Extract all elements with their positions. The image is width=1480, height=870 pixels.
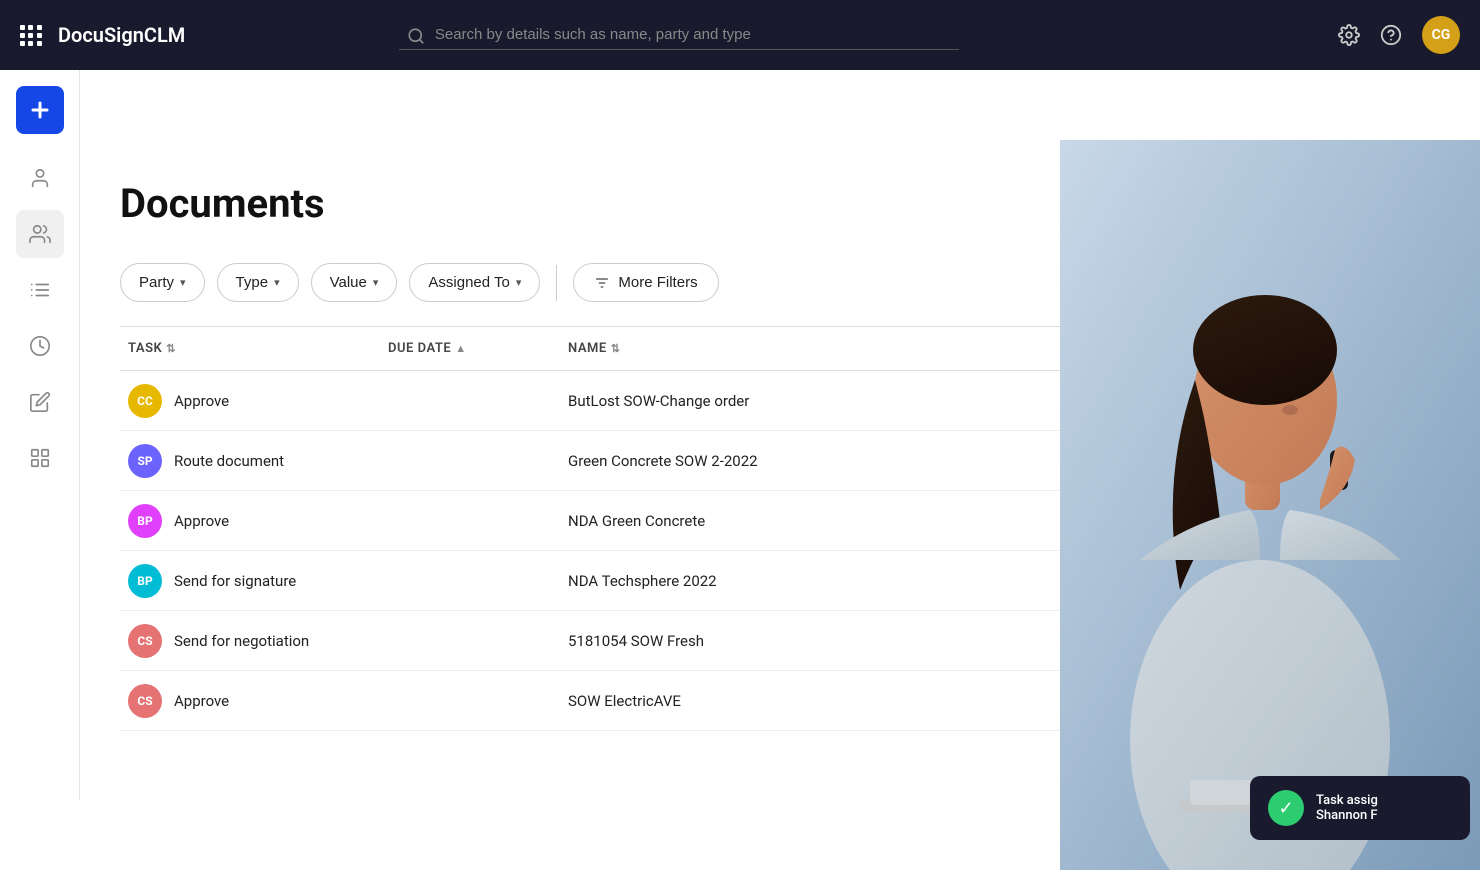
chevron-down-icon: ▾ xyxy=(274,276,280,289)
filter-divider xyxy=(556,265,557,301)
task-cell: SP Route document xyxy=(120,436,380,486)
task-cell: CS Approve xyxy=(120,676,380,726)
sidebar-item-list[interactable] xyxy=(16,266,64,314)
chevron-down-icon: ▾ xyxy=(516,276,522,289)
task-label: Approve xyxy=(174,512,229,530)
sidebar xyxy=(0,70,80,800)
hero-image xyxy=(1060,140,1480,870)
avatar: BP xyxy=(128,564,162,598)
avatar: SP xyxy=(128,444,162,478)
search-bar xyxy=(399,20,959,50)
sort-icon: ⇅ xyxy=(166,342,176,355)
col-due-date: Due Date ▲ xyxy=(380,337,560,360)
due-date-cell xyxy=(380,393,560,409)
avatar: CC xyxy=(128,384,162,418)
due-date-cell xyxy=(380,513,560,529)
sidebar-item-clock[interactable] xyxy=(16,322,64,370)
toast-text: Task assigShannon F xyxy=(1316,793,1378,823)
app-logo: DocuSignCLM xyxy=(58,23,185,47)
grid-menu-icon[interactable] xyxy=(20,25,42,46)
add-button[interactable] xyxy=(16,86,64,134)
task-label: Send for signature xyxy=(174,572,296,590)
filter-party[interactable]: Party ▾ xyxy=(120,263,205,302)
sidebar-item-user[interactable] xyxy=(16,154,64,202)
due-date-cell xyxy=(380,693,560,709)
search-icon xyxy=(407,25,425,45)
task-label: Route document xyxy=(174,452,284,470)
more-filters-label: More Filters xyxy=(618,274,697,291)
user-avatar[interactable]: CG xyxy=(1422,16,1460,54)
task-label: Send for negotiation xyxy=(174,632,309,650)
avatar: CS xyxy=(128,684,162,718)
search-input[interactable] xyxy=(399,20,959,50)
sort-icon: ⇅ xyxy=(611,342,621,355)
settings-button[interactable] xyxy=(1338,24,1360,46)
toast-notification: ✓ Task assigShannon F xyxy=(1250,776,1470,840)
due-date-cell xyxy=(380,633,560,649)
task-label: Approve xyxy=(174,692,229,710)
sidebar-item-team[interactable] xyxy=(16,210,64,258)
col-task: TASK ⇅ xyxy=(120,337,380,360)
sidebar-item-documents[interactable] xyxy=(16,434,64,482)
main-content: Documents Party ▾ Type ▾ Value ▾ Assigne… xyxy=(80,140,1480,870)
due-date-cell xyxy=(380,573,560,589)
filter-value[interactable]: Value ▾ xyxy=(311,263,398,302)
more-filters-button[interactable]: More Filters xyxy=(573,263,718,302)
topnav: DocuSignCLM CG xyxy=(0,0,1480,70)
chevron-down-icon: ▾ xyxy=(373,276,379,289)
task-cell: CS Send for negotiation xyxy=(120,616,380,666)
sidebar-item-edit[interactable] xyxy=(16,378,64,426)
filter-assigned-to[interactable]: Assigned To ▾ xyxy=(409,263,540,302)
topnav-actions: CG xyxy=(1338,16,1460,54)
sort-icon: ▲ xyxy=(455,342,466,355)
hero-image-overlay xyxy=(1060,140,1480,870)
due-date-cell xyxy=(380,453,560,469)
task-cell: BP Send for signature xyxy=(120,556,380,606)
chevron-down-icon: ▾ xyxy=(180,276,186,289)
avatar: BP xyxy=(128,504,162,538)
task-label: Approve xyxy=(174,392,229,410)
toast-check-icon: ✓ xyxy=(1268,790,1304,826)
task-cell: BP Approve xyxy=(120,496,380,546)
task-cell: CC Approve xyxy=(120,376,380,426)
avatar: CS xyxy=(128,624,162,658)
help-button[interactable] xyxy=(1380,24,1402,46)
filter-type[interactable]: Type ▾ xyxy=(217,263,299,302)
